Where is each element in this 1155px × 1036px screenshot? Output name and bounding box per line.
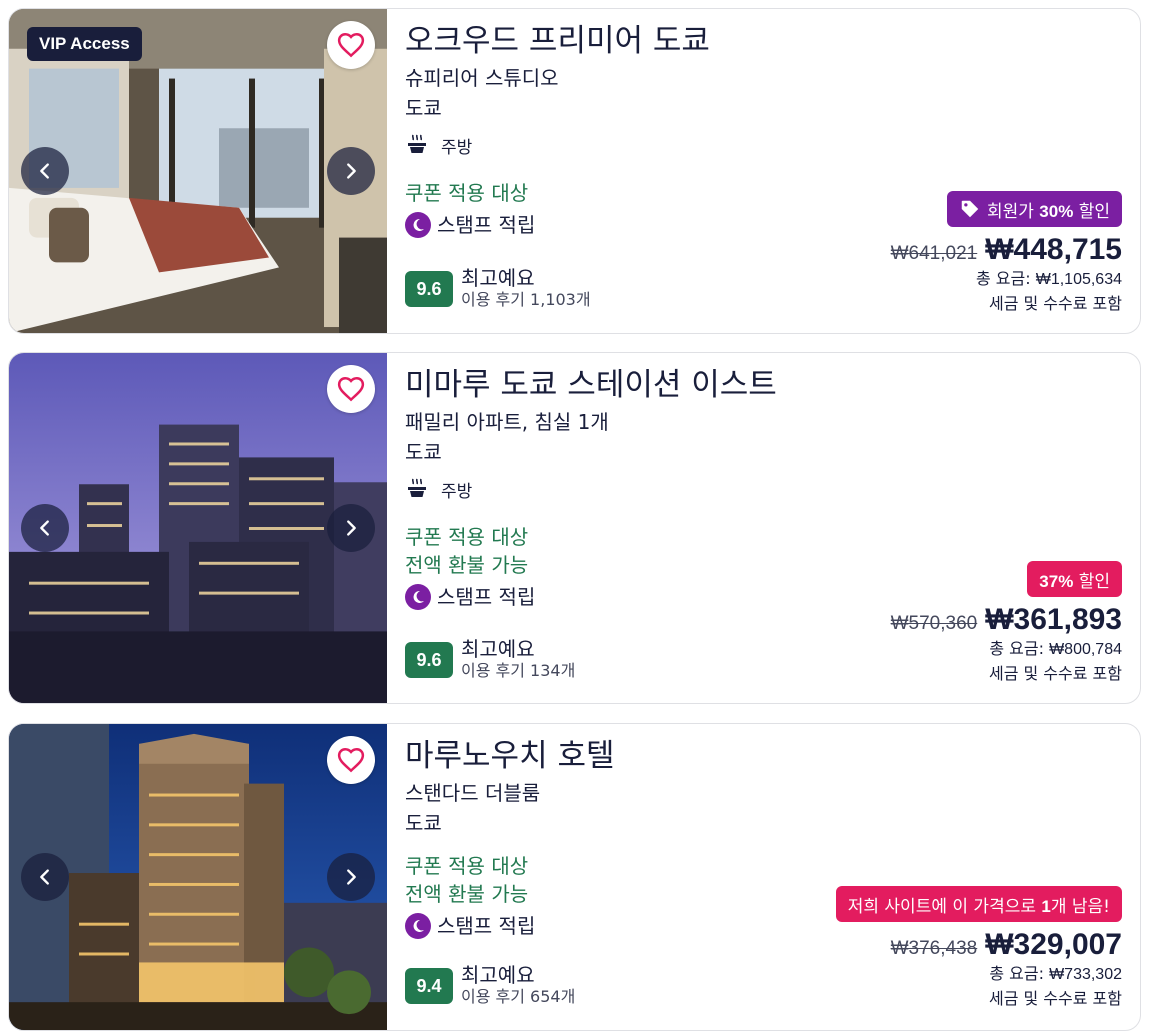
total-value: ₩800,784 (1049, 641, 1122, 658)
kitchen-icon (408, 478, 426, 497)
badge-prefix: 회원가 (986, 201, 1040, 222)
hotel-card[interactable]: VIP Access 오크우드 프리미어 도쿄 슈피리어 스튜디오 도쿄 주방 … (8, 8, 1141, 334)
total-price: 총 요금: ₩733,302 (836, 962, 1122, 987)
chevron-left-icon (40, 520, 49, 536)
amenity-kitchen: 주방 (405, 475, 1122, 503)
hotel-city: 도쿄 (405, 440, 442, 464)
guest-rating: 9.6 최고예요 이용 후기 1,103개 (405, 267, 591, 311)
hotel-info: 마루노우치 호텔 스탠다드 더블룸 도쿄 쿠폰 적용 대상 전액 환불 가능 스… (387, 724, 1140, 1030)
hotel-info: 오크우드 프리미어 도쿄 슈피리어 스튜디오 도쿄 주방 쿠폰 적용 대상 스탬… (387, 9, 1140, 333)
vip-access-badge: VIP Access (27, 27, 142, 61)
stamp-label: 스탬프 적립 (437, 914, 536, 938)
hotel-photo-carousel[interactable] (9, 724, 387, 1030)
original-price: ₩570,360 (890, 613, 978, 634)
badge-bold: 30% (1039, 201, 1074, 221)
room-type: 슈피리어 스튜디오 (405, 66, 559, 90)
original-price: ₩641,021 (890, 243, 978, 264)
badge-suffix: 할인 (1073, 571, 1110, 592)
member-discount-badge: 회원가 30% 할인 (946, 191, 1122, 227)
total-value: ₩733,302 (1049, 966, 1122, 983)
moon-stamp-icon (405, 913, 431, 939)
chevron-right-icon (347, 869, 356, 885)
amenity-label: 주방 (441, 137, 473, 158)
prev-photo-button[interactable] (21, 147, 69, 195)
hotel-city: 도쿄 (405, 811, 442, 835)
total-label: 총 요금: (989, 964, 1050, 983)
guest-rating: 9.4 최고예요 이용 후기 654개 (405, 964, 575, 1008)
tag-icon (961, 200, 979, 218)
price-block: 37% 할인 ₩570,360 ₩361,893 총 요금: ₩800,784 … (891, 561, 1122, 686)
chevron-right-icon (347, 163, 356, 179)
rating-label: 최고예요 (461, 963, 535, 987)
stamp-label: 스탬프 적립 (437, 585, 536, 609)
heart-outline-icon (337, 32, 365, 58)
total-price: 총 요금: ₩1,105,634 (891, 267, 1122, 292)
badge-suffix: 할인 (1073, 201, 1110, 222)
moon-stamp-icon (405, 584, 431, 610)
rating-label: 최고예요 (461, 266, 535, 290)
next-photo-button[interactable] (327, 504, 375, 552)
amenity-label: 주방 (441, 481, 473, 502)
price-row: ₩376,438 ₩329,007 (836, 928, 1122, 962)
original-price: ₩376,438 (890, 938, 978, 959)
tax-note: 세금 및 수수료 포함 (988, 664, 1122, 683)
total-label: 총 요금: (989, 639, 1050, 658)
favorite-button[interactable] (327, 21, 375, 69)
favorite-button[interactable] (327, 365, 375, 413)
current-price: ₩448,715 (985, 233, 1122, 266)
hotel-info: 미마루 도쿄 스테이션 이스트 패밀리 아파트, 침실 1개 도쿄 주방 쿠폰 … (387, 353, 1140, 703)
discount-badge: 37% 할인 (1027, 561, 1122, 597)
heart-outline-icon (337, 376, 365, 402)
total-value: ₩1,105,634 (1035, 271, 1122, 288)
next-photo-button[interactable] (327, 853, 375, 901)
stamp-label: 스탬프 적립 (437, 213, 536, 237)
total-price: 총 요금: ₩800,784 (891, 637, 1122, 662)
badge-prefix: 저희 사이트에 이 가격으로 (847, 896, 1042, 917)
current-price: ₩361,893 (985, 603, 1122, 636)
prev-photo-button[interactable] (21, 504, 69, 552)
total-label: 총 요금: (975, 269, 1036, 288)
price-block: 저희 사이트에 이 가격으로 1개 남음! ₩376,438 ₩329,007 … (835, 886, 1122, 1011)
current-price: ₩329,007 (985, 928, 1122, 961)
tax-note: 세금 및 수수료 포함 (988, 989, 1122, 1008)
hotel-city: 도쿄 (405, 96, 442, 120)
rating-score: 9.6 (405, 642, 453, 678)
guest-rating: 9.6 최고예요 이용 후기 134개 (405, 638, 575, 682)
review-count[interactable]: 이용 후기 134개 (461, 660, 575, 682)
rating-label: 최고예요 (461, 637, 535, 661)
coupon-eligible: 쿠폰 적용 대상 (405, 525, 529, 549)
hotel-photo-carousel[interactable]: VIP Access (9, 9, 387, 333)
hotel-card[interactable]: 마루노우치 호텔 스탠다드 더블룸 도쿄 쿠폰 적용 대상 전액 환불 가능 스… (8, 723, 1141, 1031)
hotel-card[interactable]: 미마루 도쿄 스테이션 이스트 패밀리 아파트, 침실 1개 도쿄 주방 쿠폰 … (8, 352, 1141, 704)
coupon-eligible: 쿠폰 적용 대상 (405, 854, 529, 878)
chevron-left-icon (40, 869, 49, 885)
hotel-name[interactable]: 오크우드 프리미어 도쿄 (405, 21, 1122, 61)
hotel-photo-carousel[interactable] (9, 353, 387, 703)
favorite-button[interactable] (327, 736, 375, 784)
tax-note: 세금 및 수수료 포함 (988, 294, 1122, 313)
next-photo-button[interactable] (327, 147, 375, 195)
badge-bold: 1 (1041, 896, 1051, 916)
room-type: 패밀리 아파트, 침실 1개 (405, 410, 609, 434)
room-type: 스탠다드 더블룸 (405, 781, 541, 805)
heart-outline-icon (337, 747, 365, 773)
moon-stamp-icon (405, 212, 431, 238)
hotel-name[interactable]: 마루노우치 호텔 (405, 736, 1122, 776)
review-count[interactable]: 이용 후기 654개 (461, 986, 575, 1008)
amenity-kitchen: 주방 (405, 131, 1122, 159)
kitchen-icon (408, 134, 426, 153)
hotel-name[interactable]: 미마루 도쿄 스테이션 이스트 (405, 365, 1122, 405)
chevron-right-icon (347, 520, 356, 536)
price-row: ₩570,360 ₩361,893 (891, 603, 1122, 637)
scarcity-badge: 저희 사이트에 이 가격으로 1개 남음! (835, 886, 1122, 922)
rating-score: 9.4 (405, 968, 453, 1004)
chevron-left-icon (40, 163, 49, 179)
prev-photo-button[interactable] (21, 853, 69, 901)
review-count[interactable]: 이용 후기 1,103개 (461, 289, 591, 311)
price-row: ₩641,021 ₩448,715 (891, 233, 1122, 267)
badge-bold: 37% (1039, 571, 1074, 591)
price-block: 회원가 30% 할인 ₩641,021 ₩448,715 총 요금: ₩1,10… (891, 191, 1122, 316)
badge-suffix: 개 남음! (1050, 896, 1110, 917)
rating-score: 9.6 (405, 271, 453, 307)
